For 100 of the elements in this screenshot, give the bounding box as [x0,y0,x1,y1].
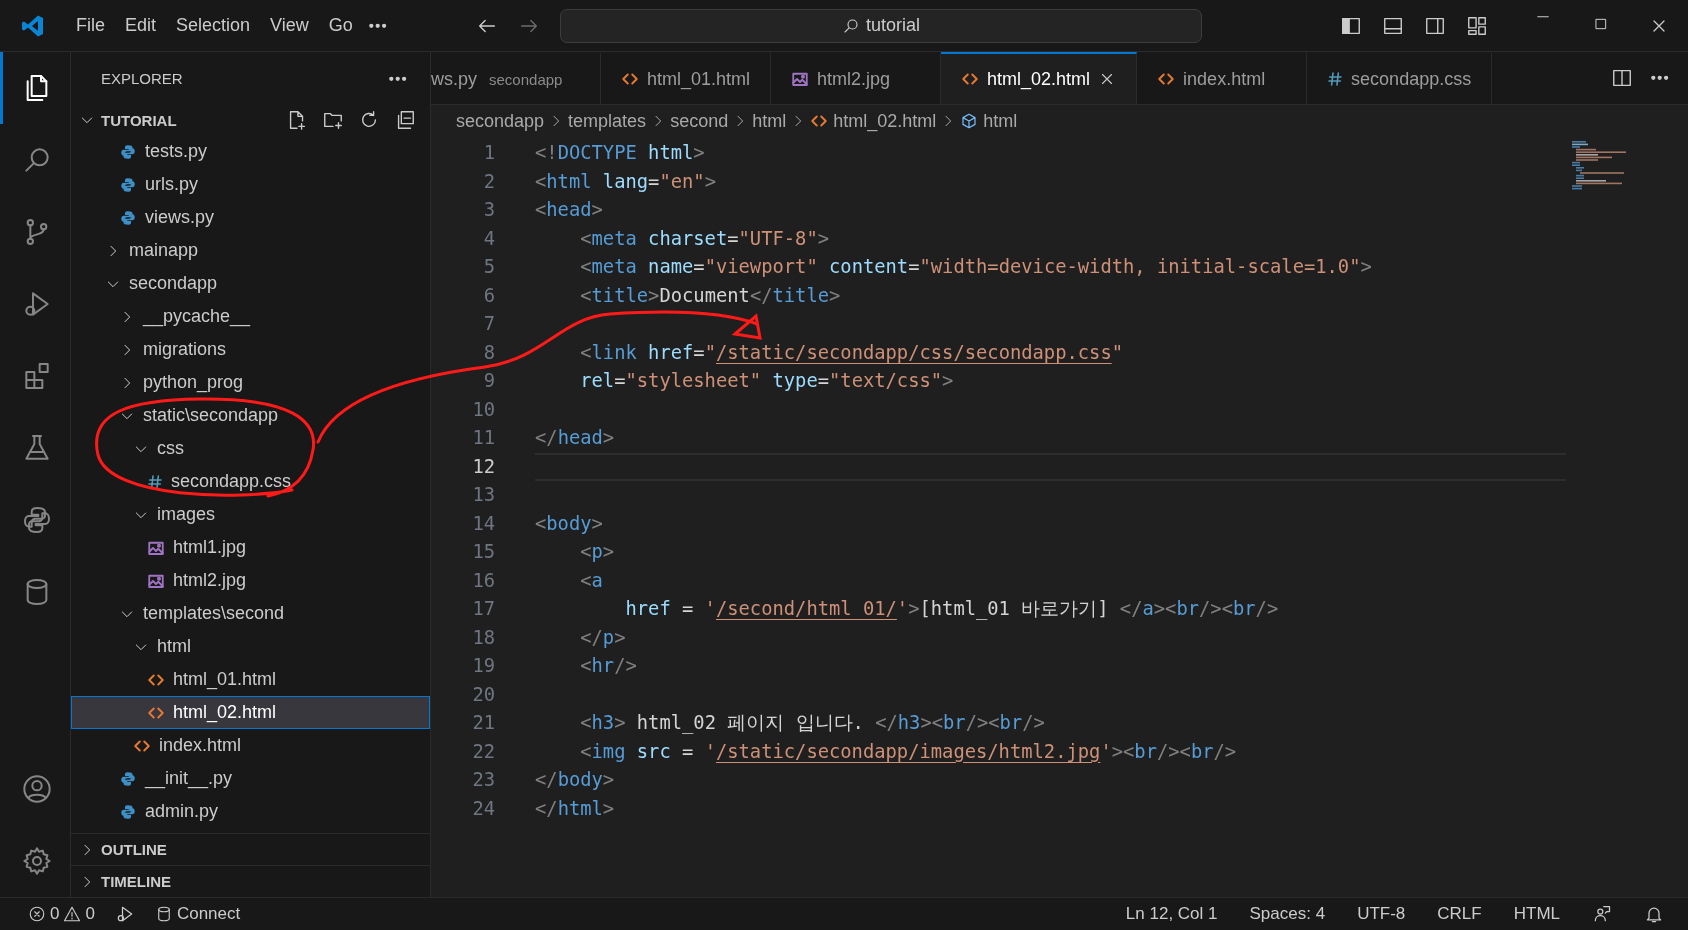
code-line: <h3> html_02 페이지 입니다. </h3><br/><br/> [579,711,1046,736]
line-number: 7 [482,312,496,336]
more-button[interactable] [386,74,408,83]
tree-folder[interactable]: css [71,432,430,465]
tree-item[interactable]: index.html [71,729,430,762]
python-icon [119,175,137,194]
tree-folder[interactable]: html [71,630,430,663]
python-icon [119,208,137,227]
line-number: 14 [471,511,496,536]
code-line: <html lang="en"> [535,169,717,194]
breadcrumb-item[interactable]: html [960,110,1018,132]
menu-item[interactable]: Edit [115,11,167,40]
status-item[interactable]: HTML [1497,904,1576,924]
connect-button[interactable]: Connect [144,904,251,924]
line-number: 23 [471,768,496,792]
more-icon [1650,76,1668,80]
settings-icon [20,845,53,877]
line-number: 12 [471,454,496,479]
menu-item[interactable]: View [260,11,319,40]
section-title[interactable]: TUTORIAL [101,111,278,129]
tree-folder[interactable]: templates\second [71,597,430,630]
grid-layout-icon [1466,14,1488,37]
code-line: <img src = '/static/secondapp/images/html2.jpg'><br/><br/> [579,739,1238,764]
tree-item[interactable]: __init__.py [71,762,430,795]
editor-tab[interactable]: html_02.html [941,52,1138,104]
tree-folder[interactable]: migrations [71,333,430,366]
code-line: <p> [579,540,616,564]
status-item[interactable]: Ln 12, Col 1 [1109,904,1234,924]
tree-folder[interactable]: images [71,498,430,531]
breadcrumb-item[interactable]: templates [568,110,647,132]
line-number: 16 [471,568,496,593]
status-item[interactable]: UTF-8 [1341,904,1422,924]
status-item[interactable]: Spaces: 4 [1233,904,1342,924]
menu-item[interactable]: Selection [166,11,261,40]
tree-item[interactable]: tests.py [71,135,430,168]
line-number: 4 [482,226,496,251]
breadcrumb-item[interactable]: secondapp [456,110,545,132]
sidebar-title: EXPLORER [101,70,183,87]
hash-icon [1327,71,1344,87]
line-number: 15 [471,540,496,564]
line-number: 21 [471,711,496,735]
python-icon [119,802,137,821]
tree-folder[interactable]: __pycache__ [71,300,430,333]
breadcrumb-item[interactable]: second [670,110,729,132]
tree-folder[interactable]: static\secondapp [71,399,430,432]
status-item[interactable]: CRLF [1421,904,1498,924]
more-icon [388,76,406,81]
line-number: 20 [471,682,496,707]
code-line: <!DOCTYPE html> [535,141,706,165]
code-line: <a [579,568,604,593]
line-number: 5 [482,255,496,279]
panel-header[interactable]: OUTLINE [71,833,430,865]
hash-icon [147,473,163,490]
tree-item[interactable]: views.py [71,201,430,234]
line-number: 22 [471,739,496,764]
tree-item[interactable]: admin.py [71,795,430,828]
line-number: 13 [471,483,496,507]
python-icon [119,769,137,788]
search-icon [842,16,860,35]
code-line: <head> [535,198,604,222]
breadcrumb-item[interactable]: html [752,110,787,132]
tree-item[interactable]: urls.py [71,168,430,201]
menu-item[interactable]: File [66,11,115,40]
code-line: <meta charset="UTF-8"> [579,226,831,251]
editor-tab[interactable]: index.html [1137,52,1308,104]
account-icon [20,773,53,805]
error-icon [28,905,46,923]
python-icon [119,142,137,161]
person-chat-icon [1592,904,1612,924]
tree-item[interactable]: secondapp.css [71,465,430,498]
line-number: 3 [482,198,496,222]
tree-folder[interactable]: python_prog [71,366,430,399]
line-number: 2 [482,169,496,194]
problems-button[interactable]: 0 0 [18,904,105,924]
more-icon [368,23,387,28]
editor-tab[interactable]: html_01.html [601,52,772,104]
split-editor-icon [1610,67,1633,89]
line-number: 10 [471,397,496,422]
code-line: </p> [579,625,627,650]
tree-folder[interactable]: mainapp [71,234,430,267]
code-line: <link href="/static/secondapp/css/secondapp.css" [579,340,1125,365]
tree-item[interactable]: html_02.html [71,696,430,729]
breadcrumb-item[interactable]: html_02.html [810,110,937,132]
editor-tab[interactable]: secondapp.css [1307,52,1493,104]
code-line: <body> [535,511,604,536]
code-line: <hr/> [579,654,638,678]
tree-folder[interactable]: secondapp [71,267,430,300]
line-number: 1 [482,141,496,165]
line-number: 17 [471,597,496,621]
menu-item[interactable]: Go [318,11,363,40]
command-center-search[interactable]: tutorial [560,8,1202,43]
tree-item[interactable]: html2.jpg [71,564,430,597]
editor-tab[interactable]: ws.py secondapp [431,52,601,104]
line-number: 11 [471,426,496,450]
minimize-icon [1537,15,1549,17]
tree-item[interactable]: html_01.html [71,663,430,696]
code-line: <meta name="viewport" content="width=device-width, initial-scale=1.0"> [579,255,1373,279]
tree-item[interactable]: html1.jpg [71,531,430,564]
code-line: </html> [535,796,616,821]
code-line: </body> [535,768,616,792]
